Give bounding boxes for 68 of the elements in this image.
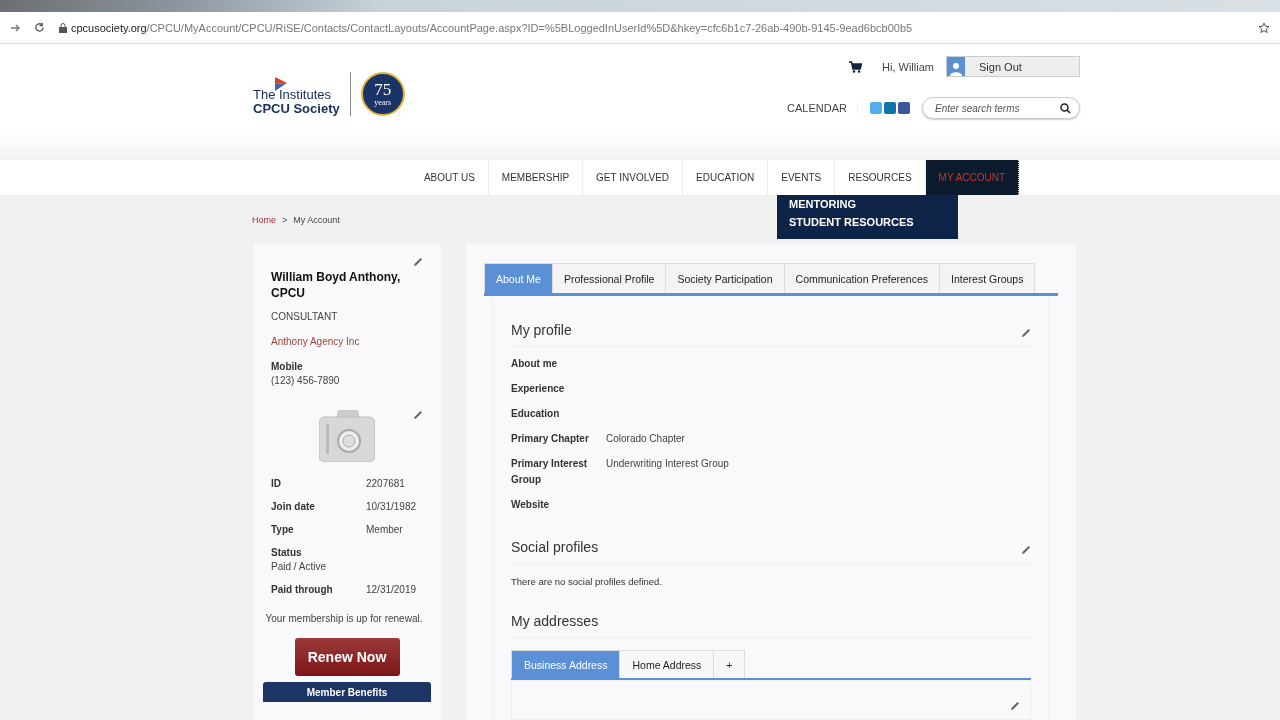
badge-word: years (374, 97, 392, 107)
fact-label: Status (271, 547, 302, 558)
nav-link[interactable]: GET INVOLVED (583, 160, 684, 195)
benefits-button[interactable]: Member Benefits (263, 682, 431, 702)
breadcrumb-link[interactable]: Home (252, 215, 276, 225)
nav-link[interactable]: ABOUT US (410, 160, 489, 195)
user-icon (950, 61, 962, 76)
logo-text: CPCU Society (253, 102, 340, 116)
field-label: Primary Interest Group (511, 457, 589, 487)
calendar-link[interactable]: CALENDAR (787, 102, 858, 114)
address-tab[interactable]: + (713, 650, 746, 678)
fact-value: Paid / Active (271, 561, 328, 572)
logo-text: The Institutes (253, 88, 333, 102)
nav-link[interactable]: MEMBERSHIP (488, 160, 584, 195)
fact-value: 2207681 (366, 478, 406, 489)
search-icon[interactable] (1060, 103, 1071, 114)
fact-value: 12/31/2019 (366, 584, 418, 595)
field-value: Underwriting Interest Group (606, 457, 730, 471)
field-label: Experience (511, 382, 566, 396)
fact-label: Paid through (271, 584, 334, 595)
phone-label: Mobile (271, 361, 304, 372)
facebook-icon[interactable] (898, 102, 910, 114)
linkedin-icon[interactable] (884, 102, 896, 114)
fact-label: Join date (271, 501, 316, 512)
edit-icon[interactable] (1021, 328, 1031, 338)
anniversary-badge: 75 years (360, 72, 405, 116)
star-icon[interactable] (1258, 21, 1270, 34)
section-title: Social profiles (511, 539, 599, 555)
breadcrumb-separator: > (282, 215, 288, 225)
section-title: My addresses (511, 613, 599, 629)
empty-message: There are no social profiles defined. (511, 576, 664, 587)
company-link[interactable]: Anthony Agency Inc (271, 336, 423, 347)
breadcrumb-current: My Account (293, 215, 340, 225)
tab[interactable]: Interest Groups (939, 263, 1036, 293)
field-label: About me (511, 357, 559, 371)
forward-icon[interactable] (10, 22, 20, 33)
fact-value: 10/31/1982 (366, 501, 418, 512)
field-label: Education (511, 407, 561, 421)
search-field[interactable]: Enter search terms (922, 97, 1080, 119)
edit-icon[interactable] (413, 410, 423, 420)
renewal-note: Your membership is up for renewal. (265, 613, 423, 624)
member-title: CONSULTANT (271, 311, 339, 322)
tab[interactable]: Society Participation (665, 263, 785, 293)
field-value: Colorado Chapter (606, 432, 686, 446)
phone-number: (123) 456-7890 (271, 375, 341, 386)
tab[interactable]: Professional Profile (551, 263, 667, 293)
greeting-text: Hi, William (882, 60, 934, 73)
field-label: Primary Chapter (511, 432, 590, 446)
menu-item[interactable]: STUDENT RESOURCES (789, 216, 946, 228)
renew-button[interactable]: Renew Now (294, 638, 400, 676)
sign-out-button[interactable]: Sign Out (946, 56, 1080, 77)
edit-icon[interactable] (413, 257, 423, 267)
edit-icon[interactable] (1010, 701, 1020, 711)
member-name: William Boyd Anthony, CPCU (271, 269, 402, 301)
fact-label: ID (271, 478, 282, 489)
fact-label: Type (271, 524, 295, 535)
field-label: Website (511, 498, 551, 512)
edit-icon[interactable] (1021, 545, 1031, 555)
fact-value: Member (366, 524, 404, 535)
logo-arrows-icon (275, 77, 287, 91)
section-title: My profile (511, 322, 572, 338)
nav-link[interactable]: EDUCATION (683, 160, 769, 195)
lock-icon (59, 22, 67, 33)
address-tab[interactable]: Home Address (619, 650, 715, 678)
tab[interactable]: Communication Preferences (783, 263, 941, 293)
reload-icon[interactable] (34, 22, 45, 33)
menu-item[interactable]: MENTORING (789, 198, 946, 210)
cart-icon[interactable] (849, 60, 863, 73)
